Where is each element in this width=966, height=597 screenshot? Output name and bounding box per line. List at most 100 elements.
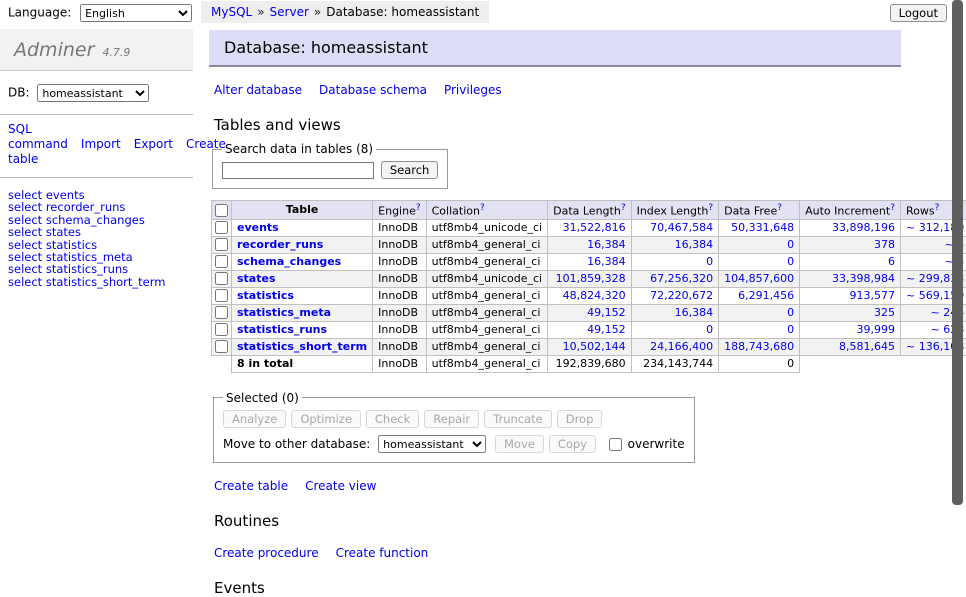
- data-length-link[interactable]: 49,152: [587, 323, 626, 336]
- table-link-statistics[interactable]: statistics: [237, 289, 294, 302]
- table-link-schema-changes[interactable]: schema_changes: [237, 255, 341, 268]
- auto-increment-link[interactable]: 39,999: [857, 323, 896, 336]
- index-length-cell: 24,166,400: [631, 338, 719, 355]
- row-checkbox-schema-changes[interactable]: [215, 255, 228, 268]
- auto-increment-link[interactable]: 33,398,984: [832, 272, 895, 285]
- routine-link-create-procedure[interactable]: Create procedure: [214, 546, 319, 560]
- search-button[interactable]: Search: [381, 161, 439, 179]
- routines-heading: Routines: [214, 512, 901, 530]
- index-length-link[interactable]: 67,256,320: [650, 272, 713, 285]
- selected-legend: Selected (0): [223, 391, 302, 405]
- column-help-link-auto-increment[interactable]: ?: [890, 203, 895, 213]
- breadcrumb-link-server[interactable]: Server: [270, 5, 309, 19]
- copy-button[interactable]: Copy: [549, 435, 596, 453]
- move-button[interactable]: Move: [495, 435, 544, 453]
- data-free-cell: 50,331,648: [719, 219, 800, 236]
- data-length-link[interactable]: 16,384: [587, 238, 626, 251]
- auto-increment-link[interactable]: 33,898,196: [832, 221, 895, 234]
- sidebar-action-import[interactable]: Import: [81, 137, 121, 151]
- check-button[interactable]: Check: [366, 410, 419, 428]
- column-label: Table: [286, 203, 319, 216]
- data-length-link[interactable]: 31,522,816: [563, 221, 626, 234]
- app-version-link[interactable]: 4.7.9: [102, 46, 130, 59]
- move-database-select[interactable]: homeassistant: [378, 435, 486, 453]
- search-input[interactable]: [222, 162, 374, 179]
- index-length-link[interactable]: 0: [706, 255, 713, 268]
- table-link-statistics-short-term[interactable]: statistics_short_term: [237, 340, 367, 353]
- index-length-link[interactable]: 72,220,672: [650, 289, 713, 302]
- data-free-link[interactable]: 50,331,648: [731, 221, 794, 234]
- auto-increment-link[interactable]: 378: [874, 238, 895, 251]
- table-link-statistics-runs[interactable]: statistics_runs: [237, 323, 327, 336]
- language-select[interactable]: English: [80, 4, 192, 22]
- db-action-link-privileges[interactable]: Privileges: [444, 83, 502, 97]
- index-length-link[interactable]: 16,384: [675, 306, 714, 319]
- data-free-link[interactable]: 6,291,456: [738, 289, 794, 302]
- column-header-auto-increment: Auto Increment?: [800, 201, 901, 220]
- table-link-states[interactable]: states: [237, 272, 276, 285]
- table-link-events[interactable]: events: [237, 221, 279, 234]
- collation-cell: utf8mb4_general_ci: [426, 253, 547, 270]
- data-free-link[interactable]: 0: [787, 306, 794, 319]
- select-all-checkbox[interactable]: [215, 204, 228, 217]
- column-help-link-data-length[interactable]: ?: [621, 203, 626, 213]
- data-free-link[interactable]: 0: [787, 255, 794, 268]
- column-help-link-collation[interactable]: ?: [480, 203, 485, 213]
- db-action-link-alter-database[interactable]: Alter database: [214, 83, 302, 97]
- data-free-cell: 0: [719, 304, 800, 321]
- column-help-link-engine[interactable]: ?: [416, 203, 421, 213]
- drop-button[interactable]: Drop: [557, 410, 603, 428]
- overwrite-checkbox[interactable]: [609, 438, 622, 451]
- create-link-create-view[interactable]: Create view: [305, 479, 376, 493]
- truncate-button[interactable]: Truncate: [484, 410, 552, 428]
- row-checkbox-statistics-runs[interactable]: [215, 323, 228, 336]
- column-help-link-data-free[interactable]: ?: [777, 203, 782, 213]
- data-length-cell: 49,152: [548, 321, 631, 338]
- breadcrumb-link-mysql[interactable]: MySQL: [211, 5, 252, 19]
- table-row: schema_changesInnoDButf8mb4_general_ci16…: [212, 253, 966, 270]
- table-link-recorder-runs[interactable]: recorder_runs: [237, 238, 323, 251]
- row-checkbox-events[interactable]: [215, 221, 228, 234]
- data-length-link[interactable]: 16,384: [587, 255, 626, 268]
- data-free-link[interactable]: 0: [787, 238, 794, 251]
- analyze-button[interactable]: Analyze: [223, 410, 286, 428]
- data-length-link[interactable]: 101,859,328: [556, 272, 626, 285]
- db-select[interactable]: homeassistant: [37, 84, 149, 102]
- index-length-link[interactable]: 0: [706, 323, 713, 336]
- auto-increment-link[interactable]: 325: [874, 306, 895, 319]
- data-free-link[interactable]: 104,857,600: [724, 272, 794, 285]
- row-checkbox-statistics[interactable]: [215, 289, 228, 302]
- data-length-link[interactable]: 48,824,320: [563, 289, 626, 302]
- db-action-link-database-schema[interactable]: Database schema: [319, 83, 427, 97]
- auto-increment-link[interactable]: 913,577: [850, 289, 896, 302]
- row-checkbox-statistics-meta[interactable]: [215, 306, 228, 319]
- index-length-link[interactable]: 24,166,400: [650, 340, 713, 353]
- row-checkbox-recorder-runs[interactable]: [215, 238, 228, 251]
- row-checkbox-states[interactable]: [215, 272, 228, 285]
- sidebar-item-select-statistics-short-term[interactable]: select statistics_short_term: [8, 275, 165, 289]
- data-free-link[interactable]: 0: [787, 323, 794, 336]
- table-header-row: TableEngine?Collation?Data Length?Index …: [212, 201, 966, 220]
- data-length-cell: 48,824,320: [548, 287, 631, 304]
- column-help-link-index-length[interactable]: ?: [708, 203, 713, 213]
- column-help-link-rows[interactable]: ?: [935, 203, 940, 213]
- row-checkbox-statistics-short-term[interactable]: [215, 340, 228, 353]
- data-length-link[interactable]: 10,502,144: [563, 340, 626, 353]
- data-length-link[interactable]: 49,152: [587, 306, 626, 319]
- index-length-link[interactable]: 70,467,584: [650, 221, 713, 234]
- logout-button[interactable]: Logout: [890, 4, 947, 22]
- vertical-scrollbar-thumb[interactable]: [952, 0, 963, 505]
- collation-cell: utf8mb4_unicode_ci: [426, 219, 547, 236]
- data-free-link[interactable]: 188,743,680: [724, 340, 794, 353]
- table-link-statistics-meta[interactable]: statistics_meta: [237, 306, 331, 319]
- routine-link-create-function[interactable]: Create function: [336, 546, 429, 560]
- auto-increment-link[interactable]: 6: [888, 255, 895, 268]
- auto-increment-link[interactable]: 8,581,645: [839, 340, 895, 353]
- repair-button[interactable]: Repair: [424, 410, 479, 428]
- sidebar-action-export[interactable]: Export: [134, 137, 173, 151]
- create-link-create-table[interactable]: Create table: [214, 479, 288, 493]
- sidebar-action-sql-command[interactable]: SQL command: [8, 122, 68, 151]
- auto-increment-cell: 325: [800, 304, 901, 321]
- optimize-button[interactable]: Optimize: [291, 410, 361, 428]
- index-length-link[interactable]: 16,384: [675, 238, 714, 251]
